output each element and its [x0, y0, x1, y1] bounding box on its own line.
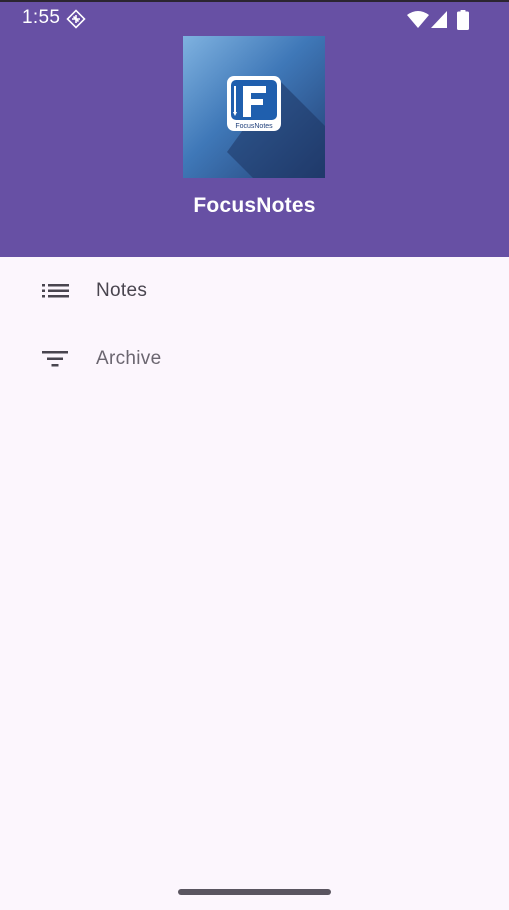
cell-signal-icon [431, 11, 447, 28]
battery-icon [457, 10, 469, 30]
drawer-header: 1:55 FocusNotes FocusNotes [0, 0, 509, 257]
screen-top-edge [0, 0, 509, 2]
nav-item-label: Notes [96, 280, 148, 301]
logo-text: FocusNotes [235, 123, 273, 130]
nav-item-archive[interactable]: Archive [0, 325, 509, 393]
home-indicator[interactable] [178, 889, 331, 895]
filter-icon [42, 351, 68, 367]
focusnotes-logo: FocusNotes [183, 36, 325, 178]
list-icon [42, 284, 69, 298]
app-notification-icon [66, 9, 86, 29]
drawer-nav-menu: Notes Archive [0, 257, 509, 393]
status-bar: 1:55 [0, 2, 509, 36]
nav-item-label: Archive [96, 348, 162, 369]
nav-item-notes[interactable]: Notes [0, 257, 509, 325]
app-name: FocusNotes [193, 194, 316, 217]
navigation-drawer-screen: 1:55 FocusNotes FocusNotes Notes Archive [0, 0, 509, 910]
wifi-icon [407, 11, 429, 28]
status-time: 1:55 [22, 7, 61, 28]
